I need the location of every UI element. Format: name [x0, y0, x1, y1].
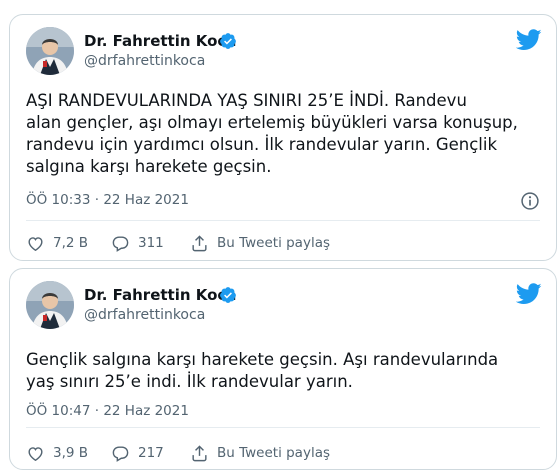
reply-count: 311	[138, 235, 164, 251]
tweet-text-line: alan gençler, aşı olmayı ertelemiş büyük…	[26, 113, 518, 132]
share-button[interactable]: Bu Tweeti paylaş	[190, 230, 330, 256]
tweet-text: Gençlik salgına karşı harekete geçsin. A…	[26, 349, 546, 393]
tweet-text: AŞI RANDEVULARINDA YAŞ SINIRI 25’E İNDİ.…	[26, 90, 546, 178]
share-label: Bu Tweeti paylaş	[217, 235, 330, 251]
divider	[26, 220, 540, 221]
share-icon	[192, 444, 207, 461]
author-name[interactable]: Dr. Fahrettin Koca	[84, 286, 236, 304]
heart-icon	[28, 236, 43, 251]
tweet-text-line: Gençlik salgına karşı harekete geçsin. A…	[26, 350, 499, 369]
twitter-bird-icon[interactable]	[516, 29, 542, 51]
reply-count: 217	[138, 445, 164, 461]
author-name[interactable]: Dr. Fahrettin Koca	[84, 32, 236, 50]
tweet-text-line: randevu için yardımcı olsun. İlk randevu…	[26, 135, 498, 154]
like-button[interactable]: 7,2 B	[26, 230, 88, 256]
share-icon	[192, 234, 207, 251]
reply-button[interactable]: 217	[111, 440, 164, 466]
verified-badge-icon	[220, 33, 236, 49]
avatar[interactable]	[26, 281, 74, 329]
divider	[26, 427, 540, 428]
like-count: 7,2 B	[53, 235, 89, 251]
like-button[interactable]: 3,9 B	[26, 440, 88, 466]
tweet-actions: 3,9 B 217 Bu Tweeti paylaş	[26, 440, 540, 466]
tweet-text-line: salgına karşı harekete geçsin.	[26, 157, 272, 176]
tweet-card[interactable]: Dr. Fahrettin Koca @drfahrettinkoca AŞI …	[9, 14, 557, 261]
reply-icon	[112, 445, 129, 462]
tweet-timestamp[interactable]: ÖÖ 10:33 · 22 Haz 2021	[26, 192, 189, 208]
tweet-actions: 7,2 B 311 Bu Tweeti paylaş	[26, 230, 540, 256]
tweet-timestamp[interactable]: ÖÖ 10:47 · 22 Haz 2021	[26, 403, 189, 419]
heart-icon	[28, 446, 43, 461]
author-handle[interactable]: @drfahrettinkoca	[84, 53, 205, 69]
twitter-bird-icon[interactable]	[516, 283, 542, 305]
reply-icon	[112, 235, 129, 252]
tweet-text-line: AŞI RANDEVULARINDA YAŞ SINIRI 25’E İNDİ.…	[26, 91, 467, 110]
info-icon[interactable]	[520, 191, 540, 211]
author-handle[interactable]: @drfahrettinkoca	[84, 307, 205, 323]
verified-badge-icon	[220, 287, 236, 303]
tweet-card[interactable]: Dr. Fahrettin Koca @drfahrettinkoca Genç…	[9, 268, 557, 470]
reply-button[interactable]: 311	[111, 230, 164, 256]
share-label: Bu Tweeti paylaş	[217, 445, 330, 461]
share-button[interactable]: Bu Tweeti paylaş	[190, 440, 330, 466]
avatar[interactable]	[26, 27, 74, 75]
like-count: 3,9 B	[53, 445, 89, 461]
tweet-text-line: yaş sınırı 25’e indi. İlk randevular yar…	[26, 372, 353, 391]
